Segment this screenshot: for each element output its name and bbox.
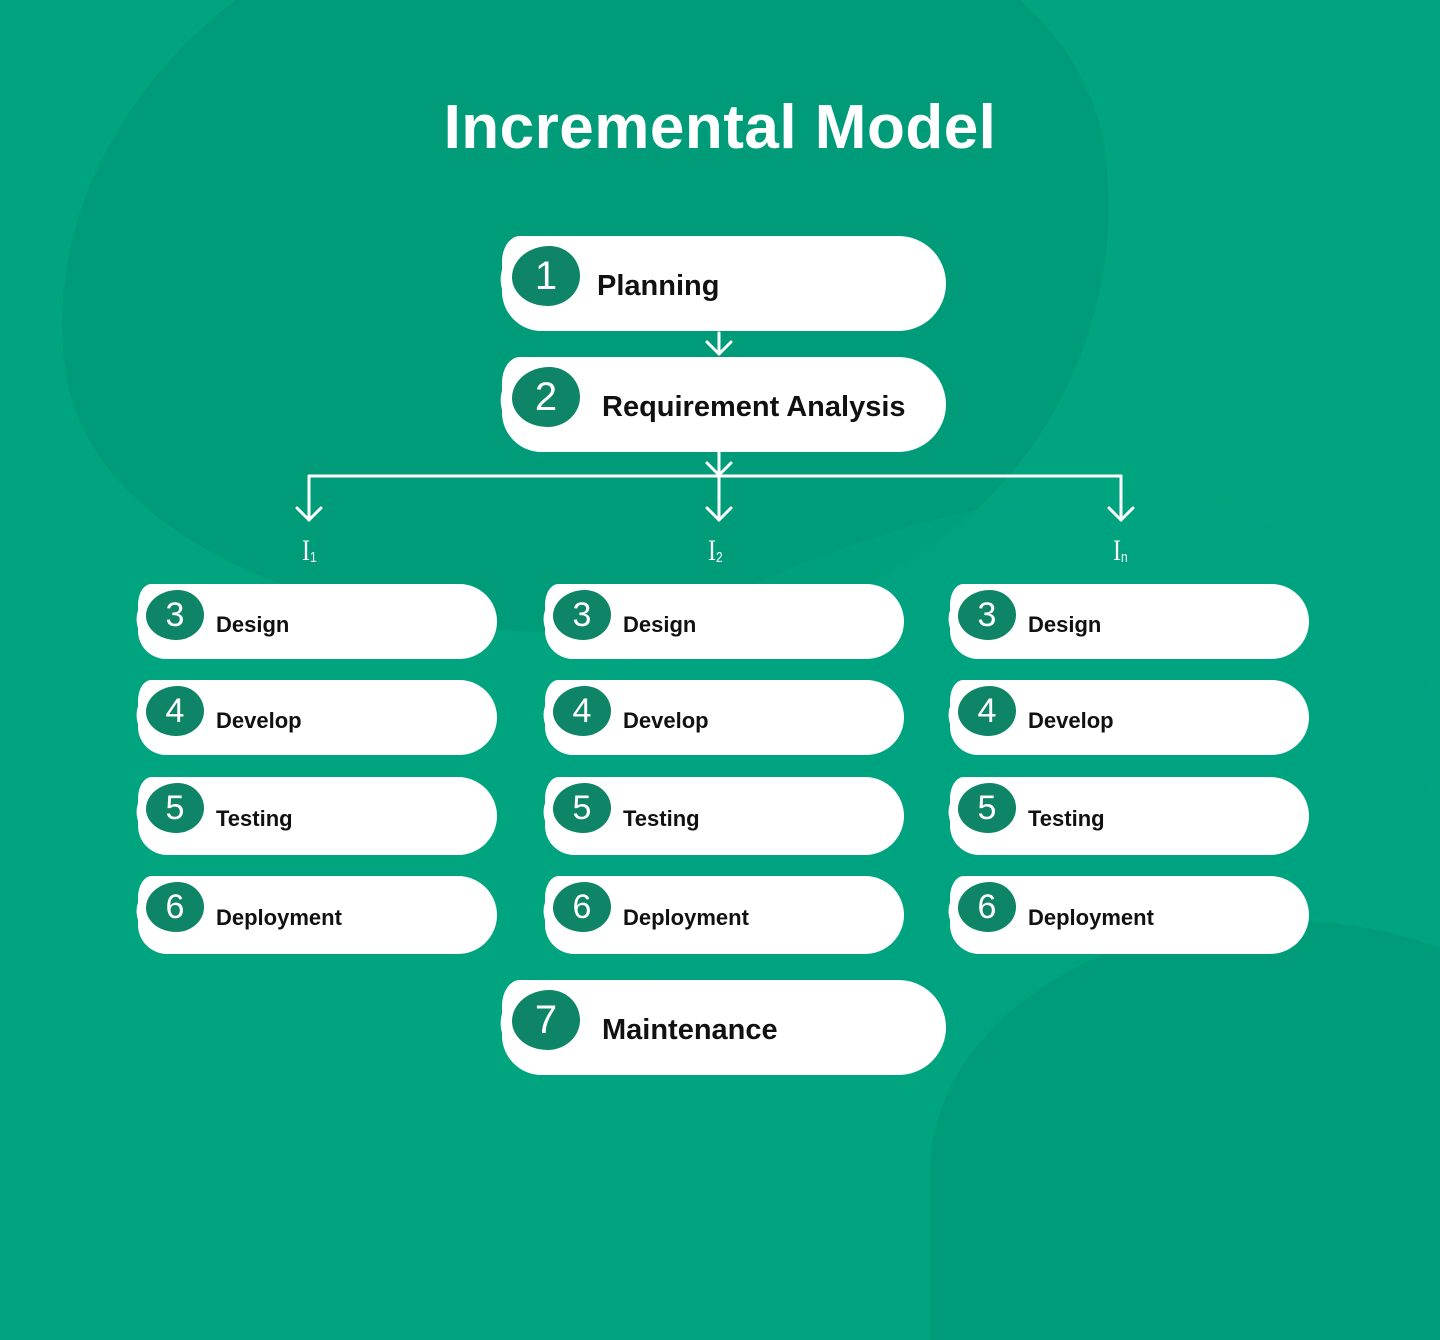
step-number-badge: 4 [146, 686, 204, 736]
arrow-planning-to-requirements [705, 331, 733, 356]
iteration-3-step-design: 3 Design [939, 581, 1309, 663]
step-label: Design [1028, 611, 1102, 637]
step-number-badge: 6 [958, 882, 1016, 932]
iteration-1-step-develop: 4 Develop [127, 677, 497, 759]
step-maintenance: 7 Maintenance [489, 974, 946, 1080]
step-label: Testing [216, 806, 293, 831]
step-label: Deployment [623, 905, 749, 930]
step-number-badge: 3 [146, 590, 204, 640]
iteration-label-2: I2 [708, 534, 723, 567]
step-number-badge: 5 [553, 783, 611, 833]
iteration-1-step-deployment: 6 Deployment [127, 873, 497, 955]
step-number-badge: 5 [958, 783, 1016, 833]
step-label: Deployment [1028, 905, 1154, 930]
iteration-3-step-develop: 4 Develop [939, 677, 1309, 759]
step-label: Develop [1028, 707, 1114, 733]
step-label: Design [216, 611, 290, 637]
step-requirement-analysis: 2 Requirement Analysis [489, 351, 946, 457]
iteration-3-step-testing: 5 Testing [939, 774, 1309, 856]
iteration-2-step-design: 3 Design [534, 581, 904, 663]
iteration-label-n: In [1113, 534, 1128, 567]
iteration-2-step-develop: 4 Develop [534, 677, 904, 759]
step-label: Maintenance [602, 1014, 778, 1046]
step-number-badge: 4 [958, 686, 1016, 736]
step-label: Testing [623, 806, 700, 831]
step-planning: 1 Planning [489, 230, 946, 336]
step-number-badge: 3 [958, 590, 1016, 640]
step-number-badge: 3 [553, 590, 611, 640]
arrow-to-iteration-n [1107, 474, 1135, 522]
step-label: Design [623, 611, 697, 637]
step-number-badge: 6 [553, 882, 611, 932]
step-label: Develop [216, 707, 302, 733]
iteration-2-step-deployment: 6 Deployment [534, 873, 904, 955]
step-label: Deployment [216, 905, 342, 930]
step-label: Develop [623, 707, 709, 733]
step-label: Testing [1028, 806, 1105, 831]
arrow-to-iteration-1 [295, 474, 323, 522]
iteration-label-1: I1 [302, 534, 317, 567]
iteration-1-step-design: 3 Design [127, 581, 497, 663]
step-label: Planning [597, 270, 720, 302]
step-number-badge: 2 [512, 367, 580, 427]
iteration-3-step-deployment: 6 Deployment [939, 873, 1309, 955]
step-number-badge: 5 [146, 783, 204, 833]
step-label: Requirement Analysis [602, 391, 906, 423]
step-number-badge: 1 [512, 246, 580, 306]
step-number-badge: 6 [146, 882, 204, 932]
arrow-to-iteration-2 [705, 474, 733, 522]
iteration-2-step-testing: 5 Testing [534, 774, 904, 856]
step-number-badge: 7 [512, 990, 580, 1050]
arrow-requirements-down [705, 450, 733, 478]
step-number-badge: 4 [553, 686, 611, 736]
iteration-1-step-testing: 5 Testing [127, 774, 497, 856]
